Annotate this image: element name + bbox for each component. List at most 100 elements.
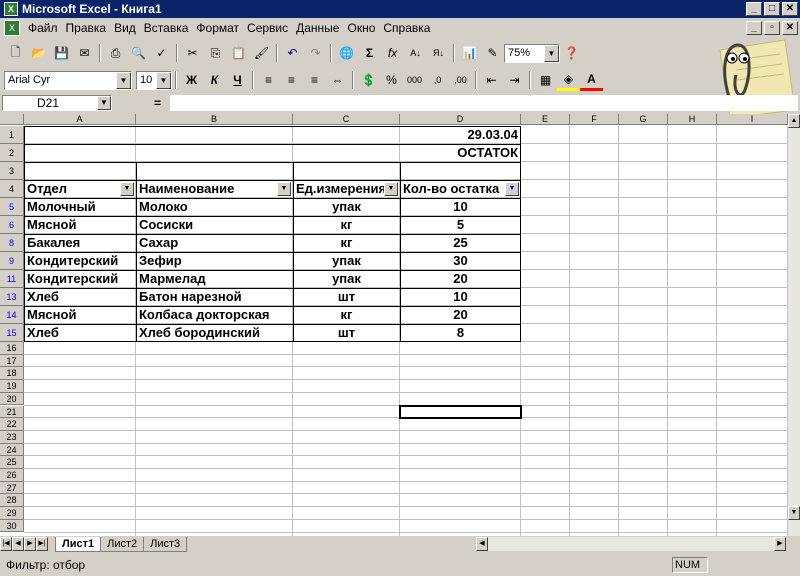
increase-decimal-icon[interactable]: ,0 [426,69,449,91]
table-cell[interactable]: кг [293,234,400,252]
autofilter-dropdown-icon[interactable]: ▼ [384,182,398,196]
row-header-9[interactable]: 9 [0,252,24,270]
table-cell[interactable]: Хлеб бородинский [136,324,293,342]
font-color-icon[interactable]: A [580,69,603,91]
chevron-down-icon[interactable]: ▼ [544,44,559,62]
header-cell[interactable]: Кол-во остатка [400,180,521,198]
table-cell[interactable]: 20 [400,306,521,324]
table-cell[interactable]: Мясной [24,216,136,234]
paste-icon[interactable]: 📋 [227,42,250,64]
table-cell[interactable]: Батон нарезной [136,288,293,306]
first-sheet-icon[interactable]: |◀ [0,537,12,551]
italic-icon[interactable]: К [203,69,226,91]
decrease-indent-icon[interactable]: ⇤ [480,69,503,91]
sheet-tab-1[interactable]: Лист1 [55,536,102,552]
table-cell[interactable]: Кондитерский [24,270,136,288]
percent-icon[interactable]: % [380,69,403,91]
align-right-icon[interactable]: ≡ [303,69,326,91]
select-all-corner[interactable] [0,114,24,125]
close-button[interactable]: ✕ [782,2,798,16]
menu-edit[interactable]: Правка [62,21,111,35]
row-header-6[interactable]: 6 [0,216,24,234]
bold-icon[interactable]: Ж [180,69,203,91]
row-header-16[interactable]: 16 [0,342,24,355]
workbook-icon[interactable]: X [4,20,20,36]
row-header-2[interactable]: 2 [0,144,24,162]
table-cell[interactable]: 5 [400,216,521,234]
table-cell[interactable]: 8 [400,324,521,342]
table-cell[interactable]: Бакалея [24,234,136,252]
row-header-18[interactable]: 18 [0,367,24,381]
row-header-5[interactable]: 5 [0,198,24,216]
align-center-icon[interactable]: ≡ [280,69,303,91]
row-header-4[interactable]: 4 [0,180,24,198]
spelling-icon[interactable]: ✓ [150,42,173,64]
row-header-3[interactable]: 3 [0,162,24,180]
column-header-f[interactable]: F [570,114,619,125]
align-left-icon[interactable]: ≡ [257,69,280,91]
table-cell[interactable]: 25 [400,234,521,252]
print-preview-icon[interactable]: 🔍 [127,42,150,64]
menu-format[interactable]: Формат [192,21,243,35]
autofilter-dropdown-icon[interactable]: ▼ [120,182,134,196]
chart-wizard-icon[interactable]: 📊 [458,42,481,64]
format-painter-icon[interactable]: 🖌 [250,42,273,64]
row-header-11[interactable]: 11 [0,270,24,288]
row-header-27[interactable]: 27 [0,481,24,495]
table-cell[interactable]: Молочный [24,198,136,216]
prev-sheet-icon[interactable]: ◀ [12,537,24,551]
fill-color-icon[interactable]: ◈ [557,69,580,91]
scroll-up-icon[interactable]: ▲ [788,114,800,128]
table-cell[interactable]: Молоко [136,198,293,216]
column-header-g[interactable]: G [619,114,668,125]
redo-icon[interactable]: ↷ [304,42,327,64]
scroll-down-icon[interactable]: ▼ [788,506,800,520]
chevron-down-icon[interactable]: ▼ [156,71,171,89]
table-cell[interactable]: 30 [400,252,521,270]
maximize-button[interactable]: □ [764,2,780,16]
copy-icon[interactable]: ⎘ [204,42,227,64]
font-size-select[interactable]: 10 ▼ [136,70,172,90]
table-cell[interactable]: Сосиски [136,216,293,234]
formula-input[interactable] [170,95,798,111]
edit-formula-icon[interactable]: = [154,96,161,110]
drawing-icon[interactable]: ✎ [481,42,504,64]
menu-window[interactable]: Окно [343,21,379,35]
decrease-decimal-icon[interactable]: ,00 [449,69,472,91]
underline-icon[interactable]: Ч [226,69,249,91]
chevron-down-icon[interactable]: ▼ [97,96,111,110]
table-cell[interactable]: Кондитерский [24,252,136,270]
menu-file[interactable]: Файл [24,21,62,35]
table-cell[interactable]: упак [293,252,400,270]
row-header-29[interactable]: 29 [0,507,24,520]
row-header-25[interactable]: 25 [0,456,24,469]
row-header-20[interactable]: 20 [0,392,24,406]
currency-icon[interactable]: 💲 [357,69,380,91]
sort-ascending-icon[interactable]: A↓ [404,42,427,64]
vertical-scrollbar[interactable]: ▲ ▼ [788,114,800,536]
row-header-24[interactable]: 24 [0,443,24,457]
email-icon[interactable]: ✉ [73,42,96,64]
table-cell[interactable]: Мармелад [136,270,293,288]
table-cell[interactable]: упак [293,270,400,288]
thousands-icon[interactable]: 000 [403,69,426,91]
scroll-right-icon[interactable]: ▶ [774,537,786,551]
autosum-icon[interactable]: Σ [358,42,381,64]
help-icon[interactable]: ❓ [560,42,583,64]
horizontal-scrollbar[interactable]: ◀ ▶ [476,537,786,551]
print-icon[interactable]: ⎙ [104,42,127,64]
merge-center-icon[interactable]: ⇔ [326,69,349,91]
last-sheet-icon[interactable]: ▶| [36,537,48,551]
row-header-17[interactable]: 17 [0,354,24,368]
sheet-tab-3[interactable]: Лист3 [143,536,188,552]
table-cell[interactable]: Сахар [136,234,293,252]
sheet-tab-2[interactable]: Лист2 [100,536,145,552]
table-cell[interactable]: кг [293,216,400,234]
row-header-30[interactable]: 30 [0,519,24,533]
row-header-15[interactable]: 15 [0,324,24,342]
zoom-select[interactable]: 75% ▼ [504,43,560,63]
row-header-13[interactable]: 13 [0,288,24,306]
cell-d2[interactable]: ОСТАТОК [400,144,521,162]
table-cell[interactable]: Колбаса докторская [136,306,293,324]
row-header-19[interactable]: 19 [0,380,24,393]
